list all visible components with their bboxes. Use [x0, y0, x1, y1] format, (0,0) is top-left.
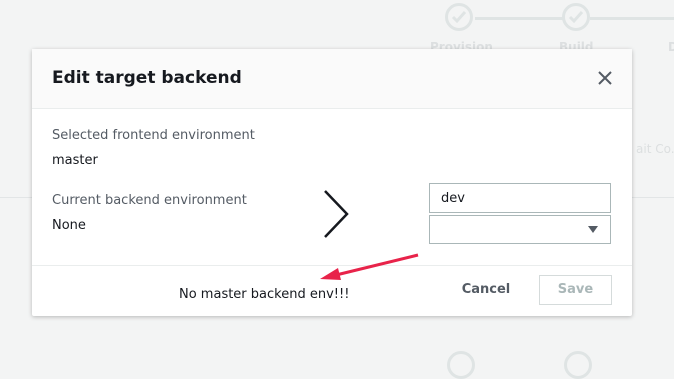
close-icon[interactable]: [596, 69, 614, 87]
save-button[interactable]: Save: [539, 275, 612, 305]
chevron-right-icon: [322, 189, 352, 243]
pipeline-connector: [590, 17, 674, 20]
check-icon: [562, 3, 590, 31]
backend-env-value: None: [52, 218, 86, 233]
frontend-env-value: master: [52, 153, 98, 168]
step-icon: [447, 351, 475, 379]
pipeline-step-label: D: [668, 40, 674, 54]
modal-title: Edit target backend: [52, 68, 242, 88]
caret-down-icon: [588, 226, 598, 233]
step-icon: [564, 351, 592, 379]
cancel-button[interactable]: Cancel: [455, 275, 517, 305]
background-text: ait Co...: [636, 142, 674, 156]
annotation-note: No master backend env!!!: [179, 287, 350, 302]
pipeline-connector: [475, 17, 563, 20]
frontend-env-label: Selected frontend environment: [52, 128, 255, 143]
check-icon: [445, 3, 473, 31]
backend-env-input[interactable]: [429, 183, 611, 213]
backend-env-select[interactable]: [429, 215, 611, 244]
annotation-arrow-icon: [318, 252, 423, 286]
backend-env-label: Current backend environment: [52, 193, 247, 208]
modal-header: Edit target backend: [32, 49, 632, 109]
